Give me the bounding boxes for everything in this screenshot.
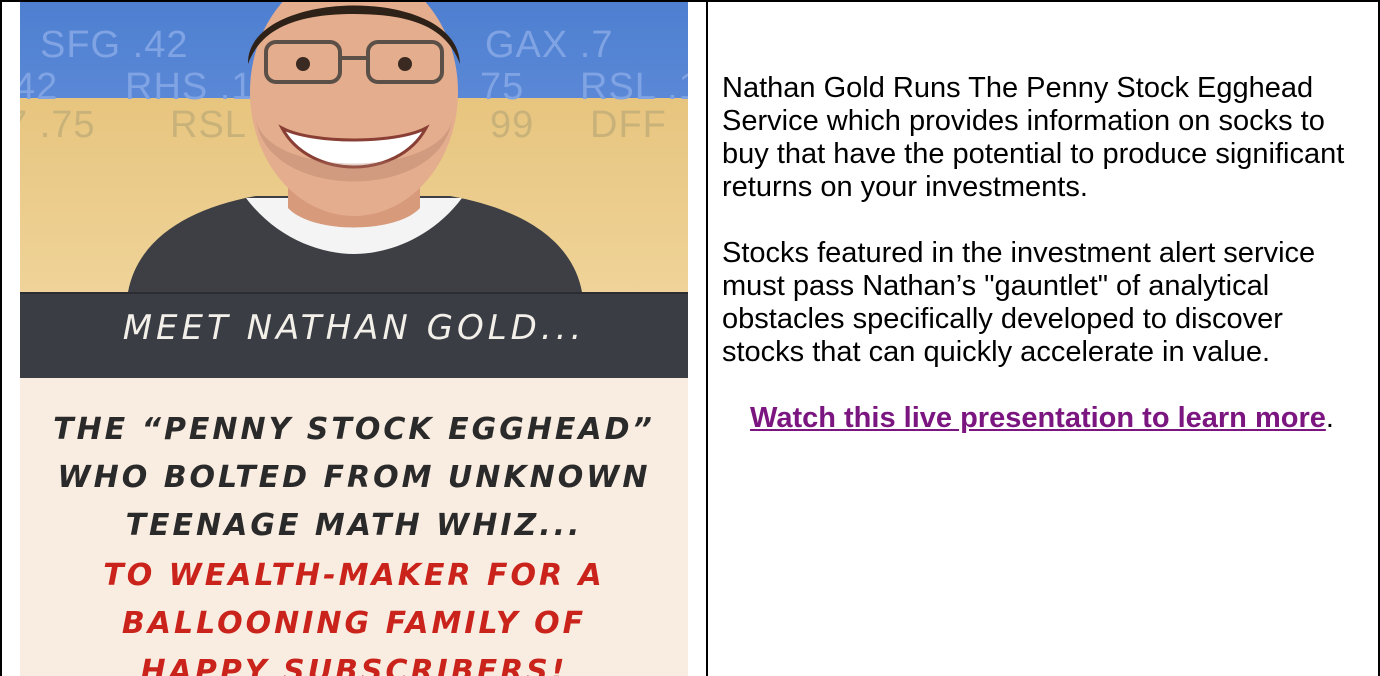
gauntlet-paragraph: Stocks featured in the investment alert …	[722, 237, 1316, 368]
column-divider	[706, 0, 708, 676]
headline-line: WHO BOLTED FROM UNKNOWN	[57, 460, 651, 495]
headline-line: THE “PENNY STOCK EGGHEAD”	[53, 412, 655, 447]
banner-title: MEET NATHAN GOLD...	[122, 308, 586, 348]
name-banner: MEET NATHAN GOLD...	[20, 292, 688, 380]
nathan-portrait	[128, 2, 582, 292]
headline-line: TEENAGE MATH WHIZ...	[125, 508, 583, 543]
link-period: .	[1325, 402, 1334, 434]
promo-header: SFG .42 GAX .7 42 RHS .1 75 RSL .1 7 .75…	[20, 2, 688, 292]
description-cell: Nathan Gold Runs The Penny Stock Egghead…	[722, 72, 1362, 468]
promo-headline-area: THE “PENNY STOCK EGGHEAD” WHO BOLTED FRO…	[20, 378, 688, 676]
intro-paragraph: Nathan Gold Runs The Penny Stock Egghead…	[722, 72, 1345, 203]
subhead-line: BALLOONING FAMILY OF	[121, 606, 587, 641]
subhead-line: TO WEALTH-MAKER FOR A	[103, 558, 605, 593]
subhead-line: HAPPY SUBSCRIBERS!	[140, 654, 568, 676]
presentation-link[interactable]: Watch this live presentation to learn mo…	[750, 402, 1326, 434]
presentation-link-paragraph: Watch this live presentation to learn mo…	[722, 402, 1362, 435]
promo-image[interactable]: SFG .42 GAX .7 42 RHS .1 75 RSL .1 7 .75…	[20, 2, 688, 676]
